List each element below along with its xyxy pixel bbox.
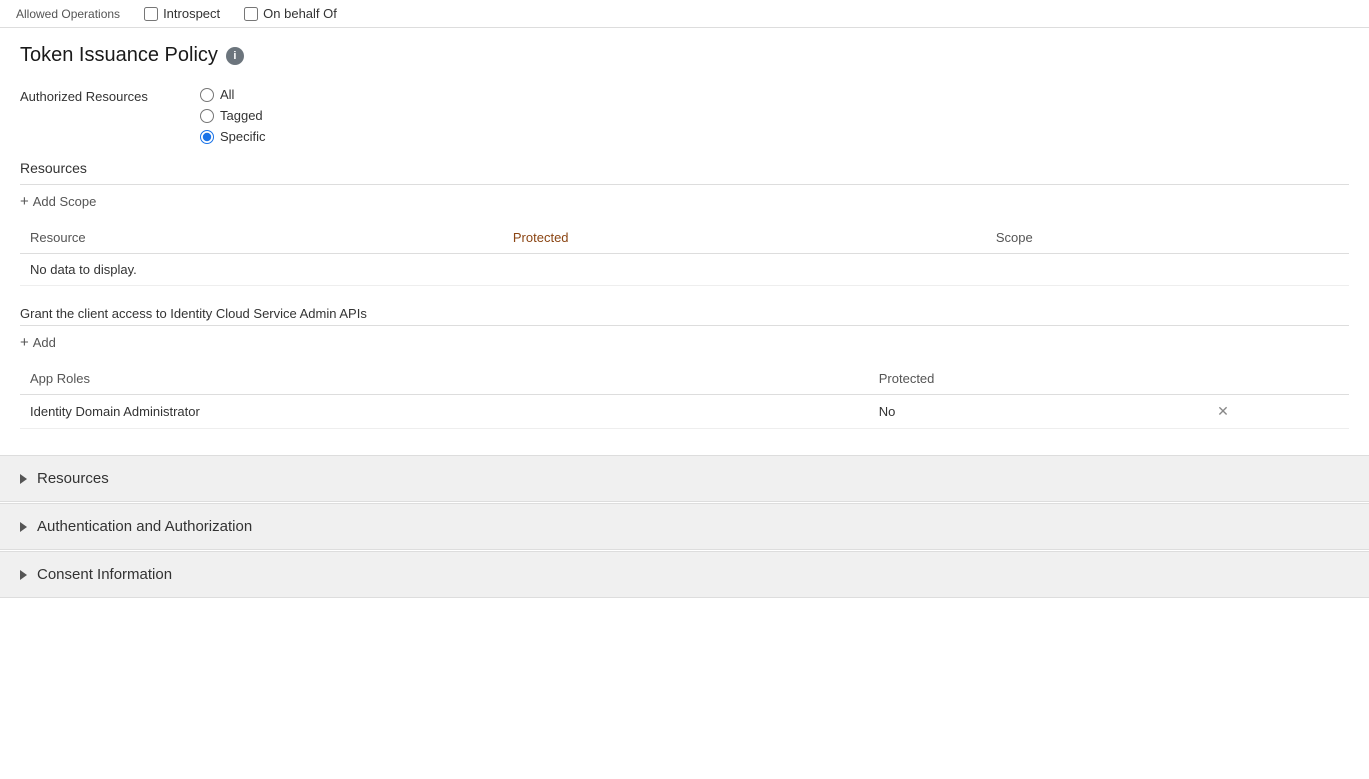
radio-all-item: All (200, 87, 266, 102)
grant-title: Grant the client access to Identity Clou… (20, 306, 1349, 321)
main-content: Token Issuance Policy i Authorized Resou… (0, 28, 1369, 445)
radio-specific-label: Specific (220, 129, 266, 144)
on-behalf-of-checkbox-group: On behalf Of (244, 6, 337, 21)
resources-subsection-title: Resources (20, 160, 1349, 176)
collapsible-auth-label: Authentication and Authorization (37, 518, 252, 535)
actions-column-header (1207, 363, 1349, 395)
introspect-checkbox-group: Introspect (144, 6, 220, 21)
radio-all[interactable] (200, 88, 214, 102)
add-scope-button[interactable]: + Add Scope (20, 185, 96, 218)
no-data-message: No data to display. (20, 254, 1349, 286)
add-scope-label: Add Scope (33, 194, 97, 209)
authorized-resources-label: Authorized Resources (20, 87, 200, 104)
grant-table-body: Identity Domain Administrator No ✕ (20, 395, 1349, 429)
app-roles-column-header: App Roles (20, 363, 869, 395)
table-row: Identity Domain Administrator No ✕ (20, 395, 1349, 429)
delete-cell: ✕ (1207, 395, 1349, 429)
grant-table-head: App Roles Protected (20, 363, 1349, 395)
scope-column-header: Scope (986, 222, 1349, 254)
resources-divider (20, 184, 1349, 185)
grant-section: Grant the client access to Identity Clou… (20, 306, 1349, 429)
collapsible-consent-label: Consent Information (37, 566, 172, 583)
grant-divider (20, 325, 1349, 326)
section-title-row: Token Issuance Policy i (20, 44, 1349, 67)
info-icon[interactable]: i (226, 47, 244, 65)
resources-table-header-row: Resource Protected Scope (20, 222, 1349, 254)
collapsible-auth-authorization[interactable]: Authentication and Authorization (0, 503, 1369, 550)
on-behalf-of-checkbox[interactable] (244, 7, 258, 21)
no-data-row: No data to display. (20, 254, 1349, 286)
radio-specific[interactable] (200, 130, 214, 144)
allowed-operations-label: Allowed Operations (16, 7, 120, 21)
resources-table-head: Resource Protected Scope (20, 222, 1349, 254)
grant-table-header-row: App Roles Protected (20, 363, 1349, 395)
radio-tagged-item: Tagged (200, 108, 266, 123)
resources-table: Resource Protected Scope No data to disp… (20, 222, 1349, 286)
radio-tagged[interactable] (200, 109, 214, 123)
top-bar: Allowed Operations Introspect On behalf … (0, 0, 1369, 28)
chevron-resources-icon (20, 474, 27, 484)
resource-column-header: Resource (20, 222, 503, 254)
authorized-resources-radio-group: All Tagged Specific (200, 87, 266, 144)
collapsible-resources[interactable]: Resources (0, 455, 1369, 502)
collapsible-consent-information[interactable]: Consent Information (0, 551, 1369, 598)
resources-table-body: No data to display. (20, 254, 1349, 286)
resources-section: Resources + Add Scope Resource Protected… (20, 160, 1349, 286)
introspect-checkbox[interactable] (144, 7, 158, 21)
add-plus-icon: + (20, 334, 29, 351)
on-behalf-of-label: On behalf Of (263, 6, 337, 21)
protected-column-header: Protected (503, 222, 986, 254)
authorized-resources-row: Authorized Resources All Tagged Specific (20, 87, 1349, 144)
radio-specific-item: Specific (200, 129, 266, 144)
protected-cell: No (869, 395, 1207, 429)
add-button[interactable]: + Add (20, 326, 56, 359)
radio-tagged-label: Tagged (220, 108, 263, 123)
radio-all-label: All (220, 87, 234, 102)
introspect-label: Introspect (163, 6, 220, 21)
collapsible-sections: Resources Authentication and Authorizati… (0, 455, 1369, 598)
collapsible-resources-label: Resources (37, 470, 109, 487)
add-label: Add (33, 335, 56, 350)
grant-protected-column-header: Protected (869, 363, 1207, 395)
delete-icon[interactable]: ✕ (1217, 403, 1229, 419)
grant-table: App Roles Protected Identity Domain Admi… (20, 363, 1349, 429)
chevron-auth-icon (20, 522, 27, 532)
token-issuance-policy-title: Token Issuance Policy (20, 44, 218, 67)
app-roles-cell: Identity Domain Administrator (20, 395, 869, 429)
chevron-consent-icon (20, 570, 27, 580)
add-scope-plus-icon: + (20, 193, 29, 210)
